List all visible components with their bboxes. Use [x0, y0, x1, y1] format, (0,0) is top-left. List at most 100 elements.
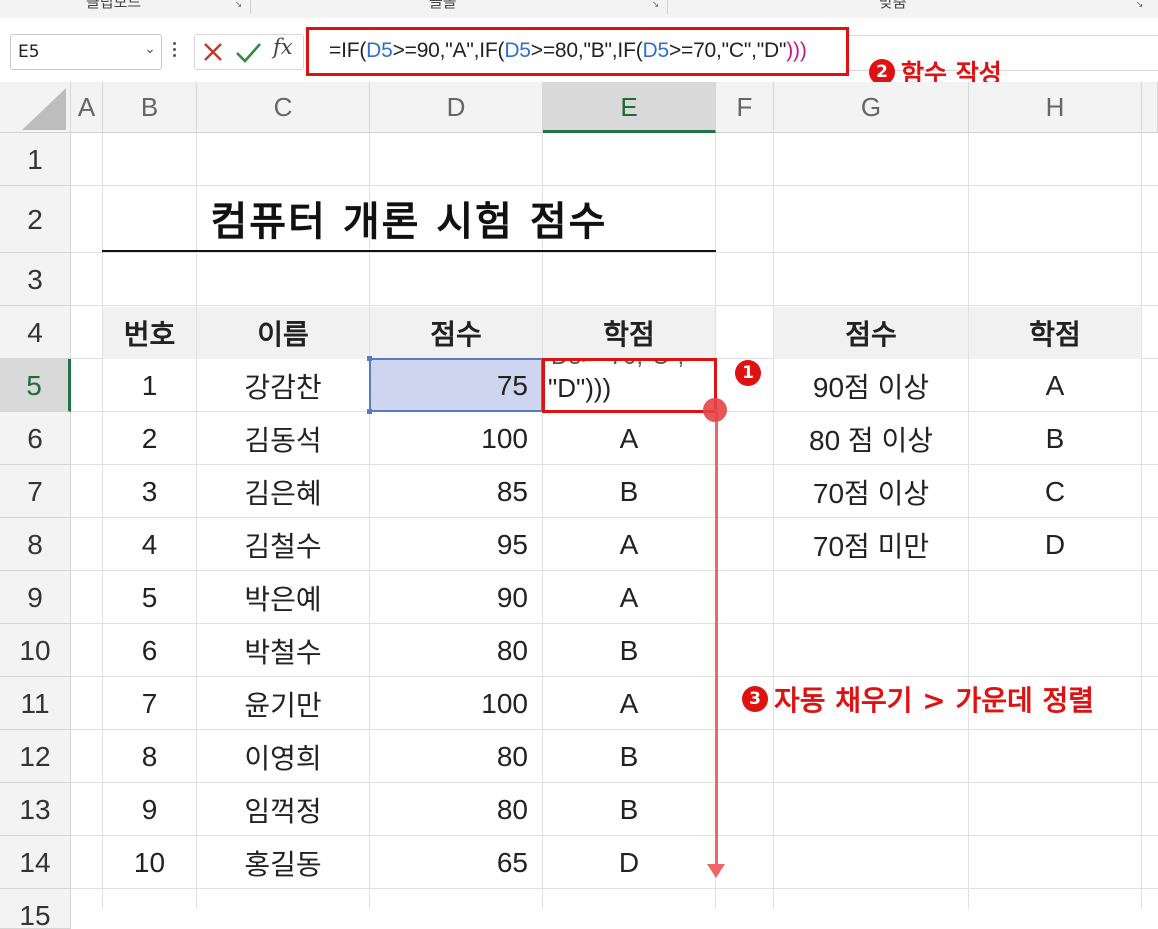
gridline [1141, 133, 1142, 909]
cell-number[interactable]: 9 [103, 783, 196, 836]
cell-score[interactable]: 100 [370, 412, 542, 465]
criteria-cell-score[interactable]: 80 점 이상 [774, 412, 968, 465]
row-header-12[interactable]: 12 [0, 730, 71, 783]
cell-grade[interactable]: D [543, 836, 715, 889]
criteria-header-score[interactable]: 점수 [774, 307, 968, 359]
cell-number[interactable]: 10 [103, 836, 196, 889]
row-header-4[interactable]: 4 [0, 306, 71, 359]
column-header-g[interactable]: G [774, 82, 969, 133]
cell-grade[interactable]: B [543, 783, 715, 836]
ribbon-group-alignment[interactable]: 맞춤 [879, 0, 907, 12]
header-cell-name[interactable]: 이름 [197, 307, 369, 359]
row-header-7[interactable]: 7 [0, 465, 71, 518]
criteria-cell-score[interactable]: 90점 이상 [774, 359, 968, 412]
cell-grade[interactable]: A [543, 571, 715, 624]
cell-name[interactable]: 홍길동 [197, 836, 369, 889]
font-launcher-icon[interactable]: ↘ [650, 0, 661, 11]
column-header-a[interactable]: A [71, 82, 103, 133]
column-header-partial[interactable] [1142, 82, 1158, 133]
row-header-1[interactable]: 1 [0, 133, 71, 186]
cell-score[interactable]: 75 [370, 359, 542, 412]
cell-name[interactable]: 김철수 [197, 518, 369, 571]
cell-number[interactable]: 8 [103, 730, 196, 783]
name-box[interactable]: E5 ⌄ [10, 34, 162, 70]
cell-score[interactable]: 85 [370, 465, 542, 518]
row-header-9[interactable]: 9 [0, 571, 71, 624]
cell-number[interactable]: 4 [103, 518, 196, 571]
cell-score[interactable]: 95 [370, 518, 542, 571]
cell-number[interactable]: 7 [103, 677, 196, 730]
alignment-launcher-icon[interactable]: ↘ [1134, 0, 1145, 11]
formula-part: >=80,"B",IF( [530, 39, 643, 62]
sheet-title[interactable]: 컴퓨터 개론 시험 점수 [102, 186, 716, 252]
cell-score[interactable]: 100 [370, 677, 542, 730]
cell-grade[interactable]: A [543, 518, 715, 571]
column-header-d[interactable]: D [370, 82, 543, 133]
cell-e5-editing[interactable]: D5>=70,"C", "D"))) [542, 358, 717, 413]
criteria-cell-score[interactable]: 70점 미만 [774, 518, 968, 571]
criteria-cell-grade[interactable]: B [969, 412, 1141, 465]
cell-grade[interactable]: B [543, 730, 715, 783]
cell-number[interactable]: 2 [103, 412, 196, 465]
cell-name[interactable]: 박은예 [197, 571, 369, 624]
criteria-cell-grade[interactable]: D [969, 518, 1141, 571]
cell-score[interactable]: 80 [370, 730, 542, 783]
clipboard-launcher-icon[interactable]: ↘ [233, 0, 244, 11]
row-header-13[interactable]: 13 [0, 783, 71, 836]
row-header-8[interactable]: 8 [0, 518, 71, 571]
insert-function-button[interactable]: fx [273, 35, 293, 59]
cell-name[interactable]: 강감찬 [197, 359, 369, 412]
select-all-button[interactable] [0, 82, 71, 133]
row-header-2[interactable]: 2 [0, 186, 71, 253]
step-3-text: 자동 채우기 > 가운데 정렬 [774, 684, 1095, 717]
cell-name[interactable]: 김은혜 [197, 465, 369, 518]
row-header-6[interactable]: 6 [0, 412, 71, 465]
header-cell-grade[interactable]: 학점 [543, 307, 715, 359]
cell-number[interactable]: 3 [103, 465, 196, 518]
cell-grade[interactable]: B [543, 624, 715, 677]
chevron-down-icon[interactable]: ⌄ [142, 41, 158, 61]
cell-score[interactable]: 90 [370, 571, 542, 624]
row-header-10[interactable]: 10 [0, 624, 71, 677]
column-header-b[interactable]: B [103, 82, 197, 133]
cell-name[interactable]: 임꺽정 [197, 783, 369, 836]
column-header-f[interactable]: F [716, 82, 774, 133]
row-header-5[interactable]: 5 [0, 359, 71, 412]
cell-score[interactable]: 65 [370, 836, 542, 889]
criteria-cell-grade[interactable]: A [969, 359, 1141, 412]
header-cell-score[interactable]: 점수 [370, 307, 542, 359]
gridline [71, 305, 1158, 306]
cell-number[interactable]: 5 [103, 571, 196, 624]
cell-score[interactable]: 80 [370, 624, 542, 677]
criteria-cell-score[interactable]: 70점 이상 [774, 465, 968, 518]
cell-number[interactable]: 1 [103, 359, 196, 412]
more-options-icon[interactable] [170, 42, 178, 60]
column-header-e[interactable]: E [543, 82, 716, 133]
column-header-h[interactable]: H [969, 82, 1142, 133]
ribbon-group-font[interactable]: 글꼴 [429, 0, 457, 12]
close-icon[interactable] [200, 38, 226, 66]
fill-handle[interactable] [703, 398, 727, 422]
cell-number[interactable]: 6 [103, 624, 196, 677]
criteria-cell-grade[interactable]: C [969, 465, 1141, 518]
cell-grade[interactable]: B [543, 465, 715, 518]
cell-e5-text: "D"))) [548, 373, 612, 403]
cell-score[interactable]: 80 [370, 783, 542, 836]
column-header-c[interactable]: C [197, 82, 370, 133]
cell-grade[interactable]: A [543, 677, 715, 730]
ribbon-group-clipboard[interactable]: 클립보드 [86, 0, 141, 12]
row-header-11[interactable]: 11 [0, 677, 71, 730]
row-header-3[interactable]: 3 [0, 253, 71, 306]
cell-name[interactable]: 박철수 [197, 624, 369, 677]
header-cell-number[interactable]: 번호 [103, 307, 196, 359]
check-icon[interactable] [234, 38, 262, 66]
row-header-15[interactable]: 15 [0, 889, 71, 929]
cell-name[interactable]: 윤기만 [197, 677, 369, 730]
row-header-14[interactable]: 14 [0, 836, 71, 889]
cell-name[interactable]: 이영희 [197, 730, 369, 783]
formula-input[interactable]: =IF(D5>=90,"A",IF(D5>=80,"B",IF(D5>=70,"… [306, 27, 849, 76]
criteria-header-grade[interactable]: 학점 [969, 307, 1141, 359]
cell-grade[interactable]: A [543, 412, 715, 465]
formula-ref: D5 [642, 39, 670, 62]
cell-name[interactable]: 김동석 [197, 412, 369, 465]
